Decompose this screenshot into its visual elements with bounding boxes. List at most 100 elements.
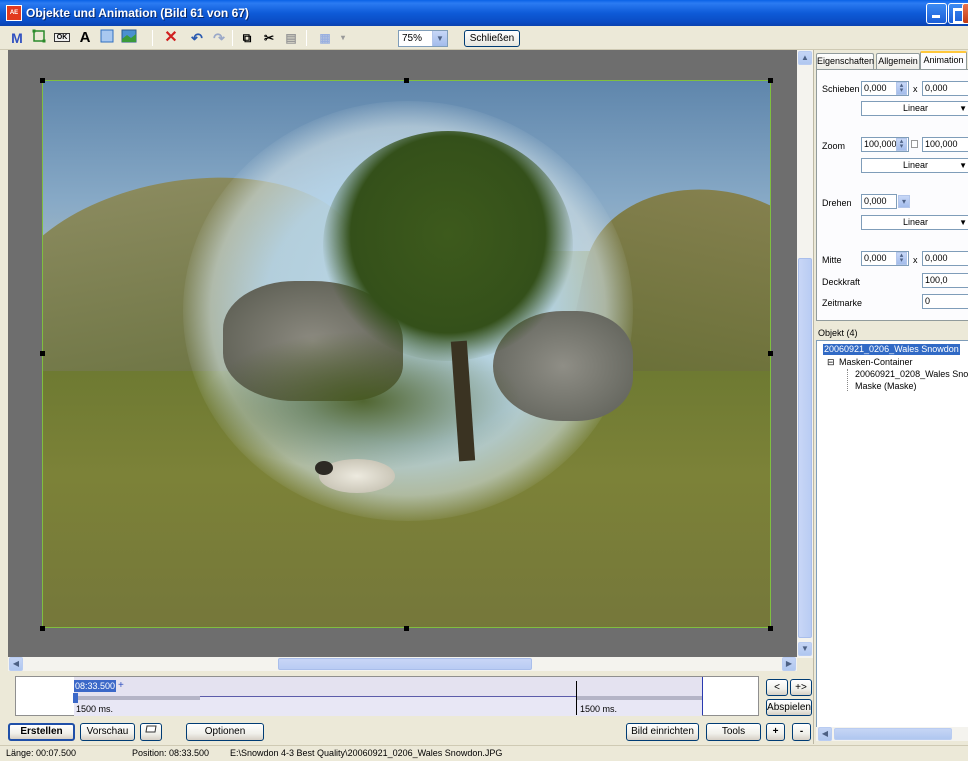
options-button[interactable]: Optionen [186,723,264,741]
screen-icon [145,725,157,733]
timeline-segment[interactable] [74,696,200,700]
tree-connector [847,369,853,391]
title-bar: AE Objekte und Animation (Bild 61 von 67… [0,0,968,26]
font-tool-icon[interactable]: A [76,29,94,47]
resize-handle[interactable] [40,626,45,631]
close-window-button[interactable] [962,3,968,24]
resize-handle[interactable] [768,351,773,356]
ok-button-tool-icon[interactable]: OK [52,29,72,47]
play-button[interactable]: Abspielen [766,699,812,716]
pan-separator: x [913,84,918,94]
fit-image-button[interactable]: Bild einrichten [626,723,699,741]
resize-handle[interactable] [40,78,45,83]
close-button[interactable]: Schließen [464,30,520,47]
paste-icon[interactable]: ▤ [282,29,300,47]
delete-icon[interactable]: ✕ [162,29,180,47]
tab-general[interactable]: Allgemein [876,53,920,69]
scroll-left-button[interactable]: ◀ [9,657,23,671]
zoom-link-checkbox[interactable] [911,140,918,148]
scroll-down-button[interactable]: ▼ [798,642,812,656]
objects-header: Objekt (4) [818,328,858,338]
photo-sheep-head [315,461,333,475]
center-x-spinner[interactable]: ▴ ▾ [896,252,907,265]
zoom-y-input[interactable]: 100,000 [922,137,968,152]
tree-scroll-thumb[interactable] [834,728,952,740]
resize-handle[interactable] [768,78,773,83]
toolbar: M OK A ✕ ↶ ↷ ⧉ ✂ ▤ ▦ ▾ 75% ▼ Schließen [0,26,968,50]
create-button[interactable]: Erstellen [8,723,75,741]
image-tool-icon[interactable] [120,29,138,47]
rotate-curve-value: Linear [902,217,929,227]
center-label: Mitte [822,255,842,265]
status-position: Position: 08:33.500 [132,748,210,758]
pan-y-input[interactable]: 0,000 [922,81,968,96]
frame-tool-icon[interactable] [98,29,116,47]
timestamp-input[interactable]: 0 [922,294,968,309]
zoom-out-timeline-button[interactable]: - [792,723,811,741]
chevron-down-icon[interactable]: ▾ [898,195,910,208]
scroll-left-button[interactable]: ◀ [818,727,832,741]
timeline-current-time: 08:33.500 [74,680,117,692]
chevron-down-icon[interactable]: ▼ [432,31,447,46]
status-bar: Länge: 00:07.500 Position: 08:33.500 E:\… [0,745,968,761]
center-separator: x [913,255,918,265]
timeline-duration-label: 1500 ms. [76,704,114,714]
resize-handle[interactable] [404,78,409,83]
pan-curve-select[interactable]: Linear ▼ [861,101,968,116]
tree-item[interactable]: 20060921_0208_Wales Snowdon [855,369,968,380]
resize-handle[interactable] [40,351,45,356]
timeline-playhead[interactable] [73,693,78,703]
zoom-label: Zoom [822,141,846,151]
tools-button[interactable]: Tools [706,723,761,741]
timeline-duration-label: 1500 ms. [580,704,618,714]
tab-properties[interactable]: Eigenschaften [816,53,874,69]
undo-icon[interactable]: ↶ [188,29,206,47]
rectangle-tool-icon[interactable] [30,29,48,47]
toolbar-separator [152,30,153,46]
tab-animation[interactable]: Animation [920,51,967,69]
text-tool-icon[interactable]: M [8,29,26,47]
zoom-x-spinner[interactable]: ▴ ▾ [896,138,907,151]
zoom-in-timeline-button[interactable]: + [766,723,785,741]
canvas-vertical-scrollbar[interactable]: ▲ ▼ [797,50,813,658]
redo-icon[interactable]: ↷ [210,29,228,47]
rotate-input[interactable]: 0,000 [861,194,897,209]
zoom-curve-select[interactable]: Linear ▼ [861,158,968,173]
minimize-button[interactable] [926,3,947,24]
timeline-keyframe-line[interactable] [576,681,577,715]
rotate-curve-select[interactable]: Linear ▼ [861,215,968,230]
opacity-input[interactable]: 100,0 [922,273,968,288]
previous-keyframe-button[interactable]: < [766,679,788,696]
screen-icon-button[interactable] [140,723,162,741]
horizontal-scroll-thumb[interactable] [278,658,532,670]
preview-button[interactable]: Vorschau [80,723,135,741]
scroll-up-button[interactable]: ▲ [798,51,812,65]
copy-icon[interactable]: ⧉ [238,29,256,47]
photo-object[interactable] [42,80,771,628]
center-y-input[interactable]: 0,000 [922,251,968,266]
properties-panel: Eigenschaften Allgemein Animation Schieb… [813,50,968,744]
tree-expander-icon[interactable]: ⊟ [827,357,835,368]
vertical-scroll-thumb[interactable] [798,258,812,638]
next-keyframe-button[interactable]: +> [790,679,812,696]
tree-horizontal-scrollbar[interactable]: ◀ [816,727,968,741]
chevron-down-icon: ▼ [959,161,967,170]
app-icon: AE [6,5,22,21]
tree-item[interactable]: Masken-Container [839,357,913,368]
timeline[interactable]: 08:33.500 + 1500 ms. 1500 ms. [15,676,759,716]
pan-x-spinner[interactable]: ▴ ▾ [896,82,907,95]
canvas-horizontal-scrollbar[interactable]: ◀ ▶ [8,657,797,671]
chevron-down-icon[interactable]: ▾ [334,29,352,47]
tree-item[interactable]: Maske (Maske) [855,381,917,392]
timeline-add-keyframe[interactable]: + [118,680,124,692]
scroll-right-button[interactable]: ▶ [782,657,796,671]
object-tree[interactable]: 20060921_0206_Wales Snowdon ⊟ Masken-Con… [816,340,968,728]
resize-handle[interactable] [768,626,773,631]
cut-icon[interactable]: ✂ [260,29,278,47]
grid-icon[interactable]: ▦ [316,29,334,47]
timeline-end-line[interactable] [702,677,703,715]
tree-item-selected[interactable]: 20060921_0206_Wales Snowdon [823,344,960,355]
timeline-segment[interactable] [576,696,702,700]
resize-handle[interactable] [404,626,409,631]
zoom-select[interactable]: 75% ▼ [398,30,448,47]
